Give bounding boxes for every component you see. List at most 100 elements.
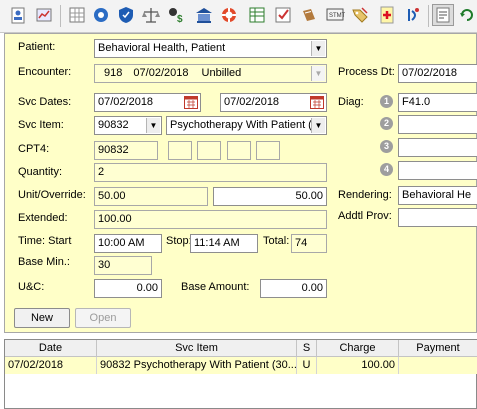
base-amount-field[interactable]: 0.00 [260, 279, 327, 298]
column-header-status[interactable]: S [297, 340, 317, 357]
calendar-icon[interactable] [310, 96, 324, 109]
table-row[interactable]: 07/02/2018 90832 Psychotherapy With Pati… [5, 357, 477, 374]
cell-status: U [297, 357, 317, 374]
statement-icon[interactable]: STMT [324, 4, 346, 26]
override-field[interactable]: 50.00 [213, 187, 327, 206]
total-label: Total: [263, 235, 290, 247]
quantity-field[interactable]: 2 [94, 163, 327, 182]
override-value: 50.00 [295, 190, 323, 202]
addtl-prov-label: Addtl Prov: [338, 210, 392, 222]
modifier-2-field[interactable] [197, 141, 221, 160]
base-min-field[interactable]: 30 [94, 256, 152, 275]
modifier-1-field[interactable] [168, 141, 192, 160]
open-button[interactable]: Open [75, 308, 131, 328]
time-stop-field[interactable]: 11:14 AM [190, 234, 258, 253]
svc-date-from-field[interactable]: 07/02/2018 [94, 93, 201, 112]
chevron-down-icon[interactable]: ▼ [311, 41, 325, 56]
column-header-charge[interactable]: Charge [317, 340, 399, 357]
chevron-down-icon[interactable]: ▼ [311, 118, 325, 133]
write-off-icon[interactable] [298, 4, 320, 26]
extended-value: 100.00 [98, 213, 132, 225]
insurance-icon[interactable] [90, 4, 112, 26]
scales-icon[interactable] [140, 4, 162, 26]
time-start-label: Time: Start [18, 235, 72, 247]
uc-value: 0.00 [136, 282, 158, 294]
encounter-status: Unbilled [201, 67, 242, 79]
addtl-prov-field[interactable] [398, 208, 477, 227]
rendering-field[interactable]: Behavioral He [398, 186, 477, 205]
encounter-select[interactable]: 918 07/02/2018 Unbilled ▼ [94, 64, 327, 83]
rendering-label: Rendering: [338, 189, 392, 201]
medical-note-icon[interactable] [376, 4, 398, 26]
time-start-value: 10:00 AM [98, 237, 145, 249]
time-total-value: 74 [295, 237, 308, 249]
patient-icon[interactable] [7, 4, 29, 26]
flowsheet-icon[interactable] [33, 4, 55, 26]
calendar-icon[interactable] [184, 96, 198, 109]
svc-item-code-select[interactable]: 90832 ▼ [94, 116, 162, 135]
unit-field[interactable]: 50.00 [94, 187, 208, 206]
patient-value: Behavioral Health, Patient [98, 42, 226, 54]
diag-4-field[interactable] [398, 161, 477, 180]
grid-icon[interactable] [66, 4, 88, 26]
column-header-payment[interactable]: Payment [399, 340, 477, 357]
billing-icon[interactable]: $ [165, 4, 187, 26]
process-dt-label: Process Dt: [338, 66, 395, 78]
encounter-date: 07/02/2018 [133, 67, 189, 79]
chevron-down-icon[interactable]: ▼ [146, 118, 160, 133]
cpt4-value: 90832 [98, 144, 129, 156]
process-dt-value: 07/02/2018 [402, 67, 458, 79]
shield-icon[interactable] [115, 4, 137, 26]
svc-item-desc-select[interactable]: Psychotherapy With Patient (3 ▼ [166, 116, 327, 135]
base-amount-label: Base Amount: [181, 281, 250, 293]
cpt4-field: 90832 [94, 141, 158, 160]
charges-grid: Date Svc Item S Charge Payment 07/02/201… [4, 339, 477, 409]
cell-date: 07/02/2018 [5, 357, 97, 374]
checklist-icon[interactable] [272, 4, 294, 26]
diag-4-badge: 4 [380, 163, 393, 176]
uc-field[interactable]: 0.00 [94, 279, 162, 298]
svc-dates-label: Svc Dates: [18, 96, 72, 108]
diag-3-field[interactable] [398, 138, 477, 157]
diag-1-field[interactable]: F41.0 [398, 93, 477, 112]
column-header-date[interactable]: Date [5, 340, 97, 357]
tags-icon[interactable] [349, 4, 371, 26]
chevron-down-icon[interactable]: ▼ [311, 66, 325, 81]
unit-value: 50.00 [98, 190, 126, 202]
unit-override-label: Unit/Override: [18, 189, 86, 201]
diag-2-badge: 2 [380, 117, 393, 130]
base-min-value: 30 [98, 259, 111, 271]
base-amount-value: 0.00 [301, 282, 323, 294]
svg-text:$: $ [177, 14, 183, 25]
process-dt-field[interactable]: 07/02/2018 [398, 64, 477, 83]
new-button[interactable]: New [14, 308, 70, 328]
quantity-label: Quantity: [18, 166, 63, 178]
svc-item-label: Svc Item: [18, 119, 64, 131]
grid-header: Date Svc Item S Charge Payment [5, 340, 477, 357]
svc-date-to-field[interactable]: 07/02/2018 [220, 93, 327, 112]
refresh-icon[interactable] [456, 4, 477, 26]
modifier-4-field[interactable] [256, 141, 280, 160]
column-header-svc-item[interactable]: Svc Item [97, 340, 297, 357]
quantity-value: 2 [98, 166, 105, 178]
svg-text:STMT: STMT [329, 13, 345, 19]
uc-label: U&C: [18, 281, 45, 293]
settings-icon[interactable] [432, 4, 454, 26]
diag-1-value: F41.0 [402, 96, 431, 108]
modifier-3-field[interactable] [227, 141, 251, 160]
collections-icon[interactable] [402, 4, 424, 26]
diag-2-field[interactable] [398, 115, 477, 134]
patient-select[interactable]: Behavioral Health, Patient ▼ [94, 39, 327, 58]
spreadsheet-icon[interactable] [246, 4, 268, 26]
extended-label: Extended: [18, 212, 68, 224]
cell-svc-item: 90832 Psychotherapy With Patient (30... [97, 357, 297, 374]
time-start-field[interactable]: 10:00 AM [94, 234, 162, 253]
bank-icon[interactable] [193, 4, 215, 26]
cpt4-label: CPT4: [18, 143, 50, 155]
toolbar: $ STMT [0, 0, 477, 33]
lifebuoy-icon[interactable] [218, 4, 240, 26]
stop-label: Stop: [166, 235, 192, 247]
rendering-value: Behavioral He [402, 189, 472, 201]
svc-date-to-value: 07/02/2018 [224, 96, 280, 108]
diag-3-badge: 3 [380, 140, 393, 153]
